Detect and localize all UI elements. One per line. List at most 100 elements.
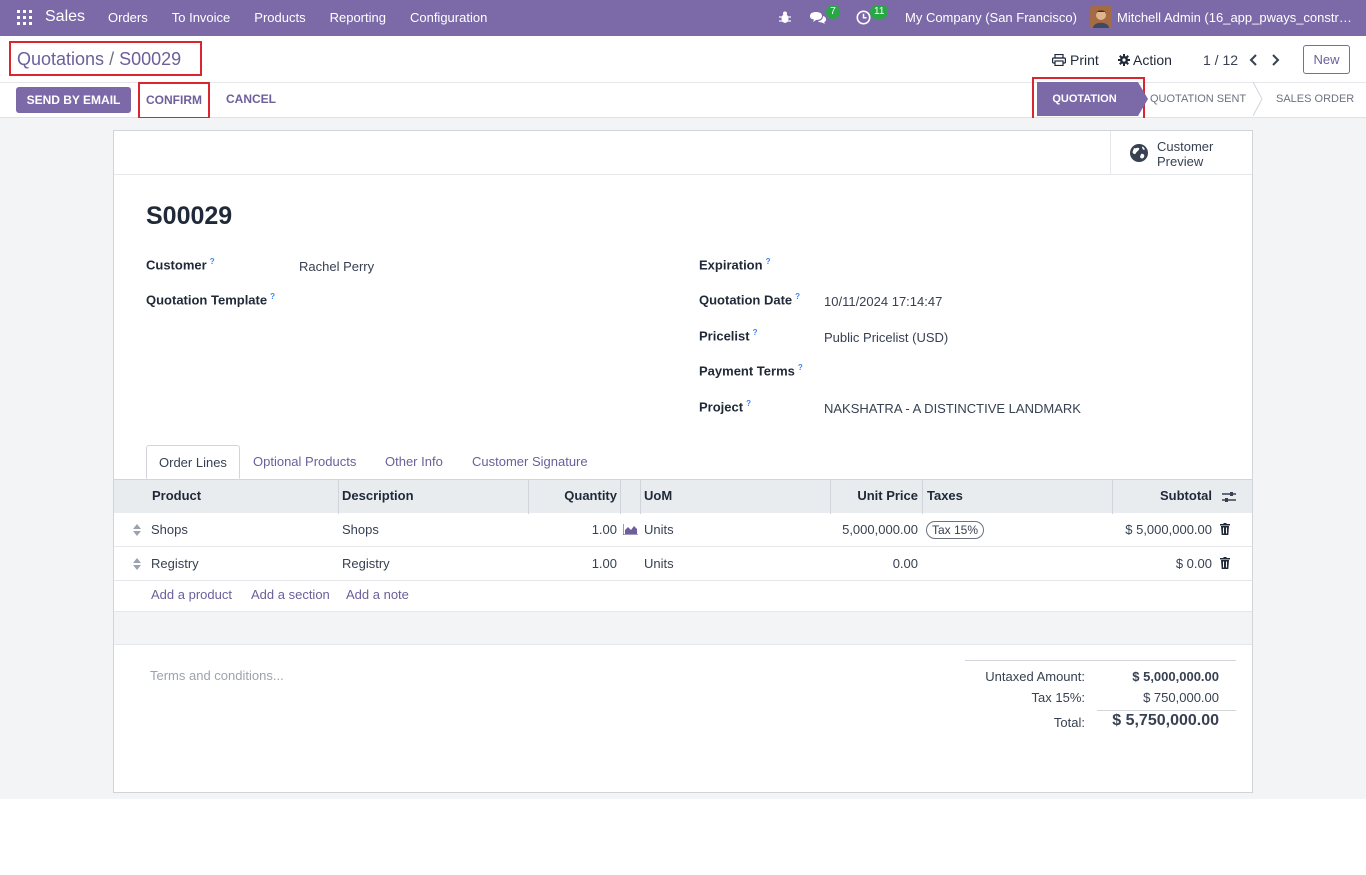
- pricelist-field[interactable]: Public Pricelist (USD): [824, 330, 948, 345]
- table-row[interactable]: Shops Shops 1.00 Units 5,000,000.00 Tax …: [114, 513, 1252, 547]
- status-stage-quotation-sent[interactable]: QUOTATION SENT: [1150, 93, 1246, 105]
- add-note-link[interactable]: Add a note: [346, 587, 409, 602]
- column-separator: [620, 480, 621, 514]
- cell-subtotal: $ 0.00: [1175, 556, 1212, 571]
- order-name: S00029: [146, 202, 233, 230]
- menu-item-reporting[interactable]: Reporting: [330, 10, 386, 25]
- cell-unit-price[interactable]: 5,000,000.00: [834, 513, 918, 547]
- status-stage-quotation[interactable]: QUOTATION: [1037, 82, 1148, 116]
- pager-value[interactable]: 1 / 12: [1203, 52, 1238, 68]
- column-uom[interactable]: UoM: [644, 480, 672, 514]
- cell-description[interactable]: Shops: [342, 513, 379, 547]
- user-avatar[interactable]: [1090, 6, 1112, 28]
- terms-and-conditions-input[interactable]: Terms and conditions...: [150, 668, 284, 683]
- add-section-link[interactable]: Add a section: [251, 587, 330, 602]
- quotation-template-label: Quotation Template?: [146, 292, 275, 307]
- tab-optional-products[interactable]: Optional Products: [253, 445, 356, 479]
- help-tooltip[interactable]: ?: [270, 292, 275, 301]
- menu-item-products[interactable]: Products: [254, 10, 305, 25]
- help-tooltip[interactable]: ?: [746, 399, 751, 408]
- action-button[interactable]: Action: [1118, 52, 1172, 68]
- payment-terms-label: Payment Terms?: [699, 363, 803, 378]
- expiration-label: Expiration?: [699, 257, 770, 272]
- send-by-email-button[interactable]: SEND BY EMAIL: [16, 87, 131, 113]
- cell-product[interactable]: Shops: [151, 513, 188, 547]
- company-switcher[interactable]: My Company (San Francisco): [905, 10, 1077, 25]
- quotation-date-label: Quotation Date?: [699, 292, 800, 307]
- total-separator: [1097, 710, 1236, 711]
- column-separator: [922, 480, 923, 514]
- help-tooltip[interactable]: ?: [766, 257, 771, 266]
- breadcrumb-parent[interactable]: Quotations: [17, 49, 104, 69]
- cell-uom[interactable]: Units: [644, 513, 674, 547]
- main-menu: Orders To Invoice Products Reporting Con…: [108, 10, 511, 25]
- chevron-right-icon[interactable]: [1268, 52, 1282, 68]
- customer-label: Customer?: [146, 257, 215, 272]
- column-description[interactable]: Description: [342, 480, 414, 514]
- activities-clock-icon[interactable]: [856, 10, 871, 25]
- tax-label: Tax 15%:: [1031, 690, 1085, 705]
- form-sheet: Customer Preview S00029 Customer? Rachel…: [113, 130, 1253, 793]
- column-taxes[interactable]: Taxes: [927, 480, 963, 514]
- customer-field[interactable]: Rachel Perry: [299, 259, 374, 274]
- new-record-button[interactable]: New: [1303, 45, 1350, 74]
- debug-bug-icon[interactable]: [779, 11, 791, 24]
- add-product-link[interactable]: Add a product: [151, 587, 232, 602]
- quotation-date-label-text: Quotation Date: [699, 292, 793, 308]
- user-menu[interactable]: Mitchell Admin (16_app_pways_constructio…: [1117, 10, 1357, 25]
- untaxed-amount-label: Untaxed Amount:: [985, 669, 1085, 684]
- menu-item-orders[interactable]: Orders: [108, 10, 148, 25]
- messages-icon[interactable]: [809, 11, 827, 25]
- button-box: Customer Preview: [114, 131, 1252, 175]
- column-separator: [338, 480, 339, 514]
- pricelist-label: Pricelist?: [699, 328, 757, 343]
- app-name[interactable]: Sales: [45, 8, 85, 26]
- customer-preview-button[interactable]: Customer Preview: [1110, 131, 1252, 175]
- chevron-left-icon[interactable]: [1247, 52, 1261, 68]
- drag-handle-icon[interactable]: [133, 524, 141, 536]
- apps-menu-icon[interactable]: [17, 10, 32, 25]
- optional-columns-icon[interactable]: [1222, 491, 1236, 503]
- top-navbar: Sales Orders To Invoice Products Reporti…: [0, 0, 1366, 36]
- cell-subtotal: $ 5,000,000.00: [1125, 522, 1212, 537]
- project-field[interactable]: NAKSHATRA - A DISTINCTIVE LANDMARK: [824, 401, 1081, 416]
- help-tooltip[interactable]: ?: [210, 257, 215, 266]
- column-separator: [528, 480, 529, 514]
- cell-quantity[interactable]: 1.00: [532, 547, 617, 581]
- trash-icon[interactable]: [1220, 557, 1230, 569]
- status-stage-sales-order[interactable]: SALES ORDER: [1276, 93, 1354, 105]
- customer-preview-line1: Customer: [1157, 139, 1214, 154]
- table-row[interactable]: Registry Registry 1.00 Units 0.00 $ 0.00: [114, 547, 1252, 581]
- forecast-chart-icon[interactable]: [623, 524, 638, 535]
- breadcrumb: Quotations / S00029: [9, 41, 202, 76]
- tab-order-lines[interactable]: Order Lines: [146, 445, 240, 479]
- quotation-date-field[interactable]: 10/11/2024 17:14:47: [824, 294, 942, 309]
- drag-handle-icon[interactable]: [133, 558, 141, 570]
- quotation-template-label-text: Quotation Template: [146, 292, 268, 308]
- customer-preview-line2: Preview: [1157, 154, 1204, 169]
- help-tooltip[interactable]: ?: [795, 292, 800, 301]
- cell-quantity[interactable]: 1.00: [532, 513, 617, 547]
- help-tooltip[interactable]: ?: [798, 363, 803, 372]
- activities-count-badge: 11: [870, 5, 889, 19]
- cell-uom[interactable]: Units: [644, 547, 674, 581]
- payment-terms-label-text: Payment Terms: [699, 363, 795, 379]
- cancel-button[interactable]: CANCEL: [226, 92, 276, 106]
- column-product[interactable]: Product: [152, 480, 201, 514]
- trash-icon[interactable]: [1220, 523, 1230, 535]
- column-unit-price[interactable]: Unit Price: [834, 480, 918, 514]
- tab-customer-signature[interactable]: Customer Signature: [472, 445, 588, 479]
- cell-unit-price[interactable]: 0.00: [834, 547, 918, 581]
- total-value: $ 5,750,000.00: [1112, 712, 1219, 729]
- column-quantity[interactable]: Quantity: [532, 480, 617, 514]
- tab-other-info[interactable]: Other Info: [385, 445, 443, 479]
- tax-tag[interactable]: Tax 15%: [926, 521, 985, 539]
- menu-item-to-invoice[interactable]: To Invoice: [172, 10, 231, 25]
- menu-item-configuration[interactable]: Configuration: [410, 10, 487, 25]
- cell-description[interactable]: Registry: [342, 547, 390, 581]
- print-button[interactable]: Print: [1052, 52, 1099, 68]
- help-tooltip[interactable]: ?: [753, 328, 758, 337]
- cell-product[interactable]: Registry: [151, 547, 199, 581]
- column-subtotal[interactable]: Subtotal: [1114, 480, 1212, 514]
- confirm-button[interactable]: CONFIRM: [138, 82, 210, 119]
